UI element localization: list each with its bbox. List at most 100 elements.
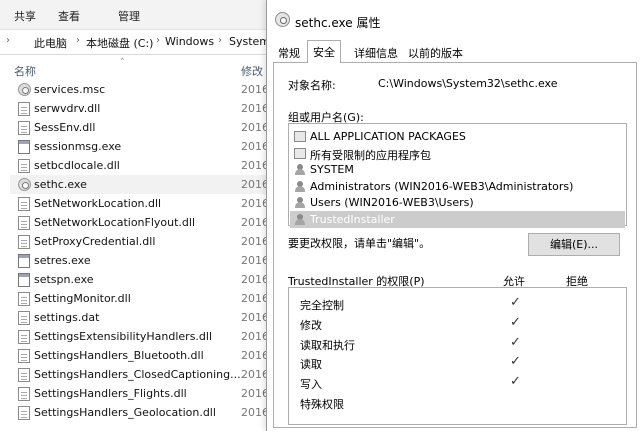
chevron-right-icon: › xyxy=(6,35,10,46)
file-date: 2016 xyxy=(241,197,269,210)
file-row[interactable]: SessEnv.dll 2016 xyxy=(10,118,270,137)
sort-up-icon: ˄ xyxy=(120,58,125,68)
file-row[interactable]: settings.dat 2016 xyxy=(10,308,270,327)
dll-file-icon xyxy=(18,197,30,211)
permission-row: 完全控制 ✓ xyxy=(289,293,626,313)
file-date: 2016 xyxy=(241,216,269,229)
file-row[interactable]: SettingsExtensibilityHandlers.dll 2016 xyxy=(10,327,270,346)
permission-name: 修改 xyxy=(300,318,322,332)
exe-app-icon xyxy=(18,273,30,287)
file-name: SettingsHandlers_Bluetooth.dll xyxy=(34,349,204,362)
file-name: SettingMonitor.dll xyxy=(34,292,131,305)
file-date: 2016 xyxy=(241,102,269,115)
breadcrumb-local-disk[interactable]: 本地磁盘 (C:) xyxy=(86,35,153,51)
user-name: ALL APPLICATION PACKAGES xyxy=(310,130,466,143)
user-group-icon xyxy=(294,180,306,192)
object-name-label: 对象名称: xyxy=(288,79,336,92)
permission-name: 特殊权限 xyxy=(300,398,344,411)
permission-row: 读取和执行 ✓ xyxy=(289,333,626,353)
sethc-gear-icon xyxy=(275,12,290,27)
file-date: 2016 xyxy=(241,387,269,400)
dll-file-icon xyxy=(18,159,30,173)
group-user-list[interactable]: ALL APPLICATION PACKAGES 所有受限制的应用程序包 SYSTE… xyxy=(288,123,627,228)
dll-file-icon xyxy=(18,235,30,249)
tab-general[interactable]: 常规 xyxy=(273,42,305,63)
object-name-value: C:\Windows\System32\sethc.exe xyxy=(378,77,558,90)
file-date: 2016 xyxy=(241,292,269,305)
file-row[interactable]: SettingsHandlers_Bluetooth.dll 2016 xyxy=(10,346,270,365)
permission-row: 特殊权限 xyxy=(289,392,626,412)
file-row[interactable]: SetNetworkLocationFlyout.dll 2016 xyxy=(10,213,270,232)
ribbon-tab-manage[interactable]: 管理 xyxy=(118,8,140,24)
file-row[interactable]: sethc.exe 2016 xyxy=(10,175,270,194)
file-date: 2016 xyxy=(241,178,269,191)
file-name: SettingsExtensibilityHandlers.dll xyxy=(34,330,213,343)
file-date: 2016 xyxy=(241,140,269,153)
file-row[interactable]: services.msc 2016 xyxy=(10,80,270,99)
user-name: Users (WIN2016-WEB3\Users) xyxy=(310,196,474,209)
permissions-list[interactable]: 完全控制 ✓ 修改 ✓ 读取和执行 ✓ 读取 ✓ 写入 ✓ 特殊权限 xyxy=(288,287,627,425)
checkmark-icon: ✓ xyxy=(510,295,521,310)
properties-dialog: sethc.exe 属性 常规 安全 详细信息 以前的版本 对象名称: C:\W… xyxy=(266,0,642,431)
permission-name: 读取和执行 xyxy=(300,338,355,352)
tab-previous-versions[interactable]: 以前的版本 xyxy=(403,42,468,63)
ribbon-tab-view[interactable]: 查看 xyxy=(58,8,80,24)
column-modified[interactable]: 修改 xyxy=(241,63,263,79)
file-name: SetProxyCredential.dll xyxy=(34,235,156,248)
security-panel: 对象名称: C:\Windows\System32\sethc.exe 组或用户… xyxy=(273,62,637,428)
file-date: 2016 xyxy=(241,254,269,267)
file-row[interactable]: setres.exe 2016 xyxy=(10,251,270,270)
chevron-right-icon: › xyxy=(156,35,160,46)
file-row[interactable]: setbcdlocale.dll 2016 xyxy=(10,156,270,175)
file-row[interactable]: SettingsHandlers_ClosedCaptioning.... 201… xyxy=(10,365,270,384)
breadcrumb-system32[interactable]: System xyxy=(229,35,270,48)
column-name[interactable]: 名称 xyxy=(14,63,36,79)
file-name: SessEnv.dll xyxy=(34,121,96,134)
file-name: SettingsHandlers_Geolocation.dll xyxy=(34,406,216,419)
dialog-title: sethc.exe 属性 xyxy=(295,16,381,30)
file-date: 2016 xyxy=(241,121,269,134)
dll-file-icon xyxy=(18,368,30,382)
file-date: 2016 xyxy=(241,311,269,324)
user-list-item[interactable]: TrustedInstaller xyxy=(290,210,625,228)
file-row[interactable]: SettingsHandlers_Geolocation.dll 2016 xyxy=(10,403,270,422)
permission-row: 读取 ✓ xyxy=(289,352,626,372)
user-list-item[interactable]: 所有受限制的应用程序包 xyxy=(290,145,625,162)
user-list-item[interactable]: Users (WIN2016-WEB3\Users) xyxy=(290,194,625,211)
file-name: sessionmsg.exe xyxy=(34,140,122,153)
file-row[interactable]: serwvdrv.dll 2016 xyxy=(10,99,270,118)
file-row[interactable]: setspn.exe 2016 xyxy=(10,270,270,289)
file-date: 2016 xyxy=(241,368,269,381)
file-name: SettingsHandlers_ClosedCaptioning.... xyxy=(34,368,245,381)
permission-name: 完全控制 xyxy=(300,299,344,312)
file-row[interactable]: SettingMonitor.dll 2016 xyxy=(10,289,270,308)
dll-file-icon xyxy=(18,216,30,230)
file-name: setbcdlocale.dll xyxy=(34,159,120,172)
tab-security[interactable]: 安全 xyxy=(307,40,341,63)
permission-row: 修改 ✓ xyxy=(289,313,626,333)
breadcrumb-this-pc[interactable]: 此电脑 xyxy=(34,35,67,51)
user-name: TrustedInstaller xyxy=(310,212,395,226)
file-row[interactable]: sessionmsg.exe 2016 xyxy=(10,137,270,156)
ribbon-tab-share[interactable]: 共享 xyxy=(14,8,36,24)
file-name: setspn.exe xyxy=(34,273,94,286)
dll-file-icon xyxy=(18,102,30,116)
file-row[interactable]: SetNetworkLocation.dll 2016 xyxy=(10,194,270,213)
checkmark-icon: ✓ xyxy=(510,374,521,390)
file-row[interactable]: SetProxyCredential.dll 2016 xyxy=(10,232,270,251)
user-list-item[interactable]: Administrators (WIN2016-WEB3\Administrat… xyxy=(290,178,625,195)
checkmark-icon: ✓ xyxy=(510,314,521,330)
tab-details[interactable]: 详细信息 xyxy=(349,42,403,63)
breadcrumb-windows[interactable]: Windows xyxy=(165,35,214,48)
user-list-item[interactable]: SYSTEM xyxy=(290,161,625,178)
exe-app-icon xyxy=(18,254,30,268)
checkmark-icon: ✓ xyxy=(510,354,521,370)
exe-app-icon xyxy=(18,140,30,154)
package-icon xyxy=(294,147,306,159)
user-list-item[interactable]: ALL APPLICATION PACKAGES xyxy=(290,128,625,145)
sethc-gear-icon xyxy=(18,178,31,191)
file-name: SetNetworkLocationFlyout.dll xyxy=(34,216,196,229)
edit-button[interactable]: 编辑(E)... xyxy=(528,233,620,256)
file-row[interactable]: SettingsHandlers_Flights.dll 2016 xyxy=(10,384,270,403)
file-name: serwvdrv.dll xyxy=(34,102,101,115)
